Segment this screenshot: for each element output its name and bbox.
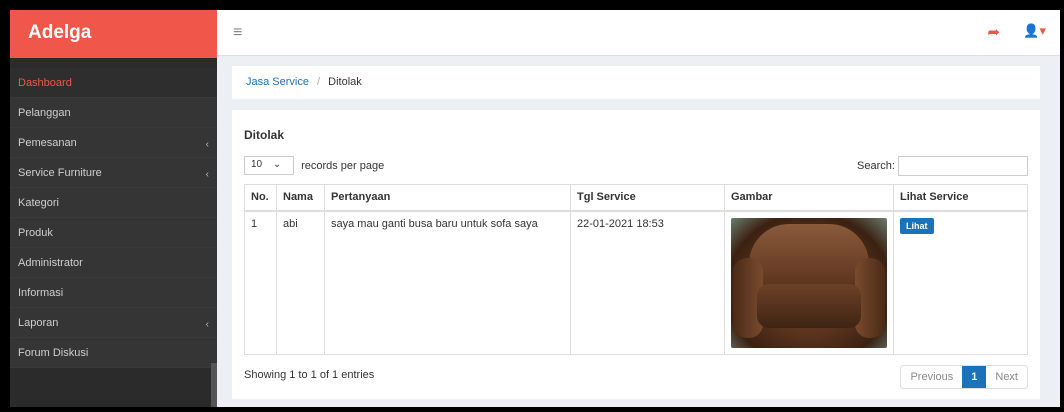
topbar: ≡ ➦ 👤▾ <box>217 10 1060 56</box>
sidebar-item-label: Pemesanan <box>18 137 77 149</box>
sidebar-item-administrator[interactable]: Administrator <box>10 248 217 278</box>
cell-pertanyaan: saya mau ganti busa baru untuk sofa saya <box>324 210 571 355</box>
cell-lihat-service: Lihat <box>893 210 1028 355</box>
search-label: Search: <box>857 160 895 172</box>
entries-info: Showing 1 to 1 of 1 entries <box>244 368 375 381</box>
records-per-page-select[interactable]: 10 ⌄ <box>244 156 294 175</box>
sidebar-gap <box>10 58 217 68</box>
column-header-nama[interactable]: Nama <box>276 184 325 212</box>
table-row: 1 abi saya mau ganti busa baru untuk sof… <box>244 210 1028 355</box>
panel-title: Ditolak <box>244 128 285 142</box>
chevron-down-icon: ⌄ <box>272 159 282 170</box>
app-window: Adelga Dashboard Pelanggan Pemesanan ‹ Servi… <box>10 10 1060 407</box>
previous-page-button[interactable]: Previous <box>901 366 962 388</box>
sofa-photo <box>731 217 887 348</box>
brand-logo[interactable]: Adelga <box>10 10 217 58</box>
sidebar-item-label: Laporan <box>18 317 59 329</box>
sidebar-item-service-furniture[interactable]: Service Furniture ‹ <box>10 158 217 188</box>
user-icon[interactable]: 👤▾ <box>1023 23 1046 39</box>
sidebar-item-label: Dashboard <box>18 77 72 89</box>
sidebar-item-label: Kategori <box>18 197 59 209</box>
pagination: Previous 1 Next <box>900 364 1028 389</box>
page-1-button[interactable]: 1 <box>962 365 987 388</box>
next-page-button[interactable]: Next <box>986 366 1027 388</box>
breadcrumb-current: Ditolak <box>328 76 362 88</box>
sidebar-item-laporan[interactable]: Laporan ‹ <box>10 308 217 338</box>
table-header-row: No. Nama Pertanyaan Tgl Service Gambar L… <box>244 184 1028 212</box>
sidebar-item-label: Informasi <box>18 287 64 299</box>
column-header-tgl-service[interactable]: Tgl Service <box>570 184 725 212</box>
cell-tgl-service: 22-01-2021 18:53 <box>570 210 725 355</box>
sofa-seat <box>757 283 861 328</box>
sidebar-menu: Dashboard Pelanggan Pemesanan ‹ Service Furn… <box>10 68 217 368</box>
table-footer: Showing 1 to 1 of 1 entries Previous 1 N… <box>244 361 1028 401</box>
sidebar-item-pemesanan[interactable]: Pemesanan ‹ <box>10 128 217 158</box>
lihat-button[interactable]: Lihat <box>900 217 934 234</box>
column-header-gambar[interactable]: Gambar <box>724 184 894 212</box>
sidebar-item-label: Administrator <box>18 257 83 269</box>
cell-gambar <box>724 210 894 355</box>
breadcrumb: Jasa Service / Ditolak <box>232 66 1040 99</box>
sidebar-item-produk[interactable]: Produk <box>10 218 217 248</box>
data-table: No. Nama Pertanyaan Tgl Service Gambar L… <box>244 184 1028 355</box>
chevron-left-icon: ‹ <box>205 169 209 180</box>
sidebar-item-dashboard[interactable]: Dashboard <box>10 68 217 98</box>
sidebar-item-label: Service Furniture <box>18 167 102 179</box>
records-per-page-value: 10 <box>251 159 263 170</box>
sidebar-item-informasi[interactable]: Informasi <box>10 278 217 308</box>
chevron-left-icon: ‹ <box>205 319 209 330</box>
sidebar-item-label: Produk <box>18 227 53 239</box>
sidebar-scrollbar[interactable] <box>211 363 217 407</box>
table-controls: 10 ⌄ records per page Search: <box>244 156 1028 182</box>
column-header-no[interactable]: No. <box>244 184 277 212</box>
column-header-pertanyaan[interactable]: Pertanyaan <box>324 184 571 212</box>
sidebar-item-kategori[interactable]: Kategori <box>10 188 217 218</box>
column-header-lihat-service[interactable]: Lihat Service <box>893 184 1028 212</box>
cell-no: 1 <box>244 210 277 355</box>
sidebar-item-forum-diskusi[interactable]: Forum Diskusi <box>10 338 217 368</box>
share-icon[interactable]: ➦ <box>987 23 1000 41</box>
sidebar: Dashboard Pelanggan Pemesanan ‹ Service Furn… <box>10 58 217 407</box>
cell-nama: abi <box>276 210 325 355</box>
records-per-page-label: records per page <box>301 159 385 172</box>
sidebar-item-label: Forum Diskusi <box>18 347 89 359</box>
chevron-left-icon: ‹ <box>205 139 209 150</box>
search-wrap: Search: <box>857 156 1028 176</box>
hamburger-icon[interactable]: ≡ <box>233 24 242 42</box>
breadcrumb-link-jasa-service[interactable]: Jasa Service <box>246 76 309 88</box>
content-panel: Ditolak 10 ⌄ records per page Search: No… <box>232 110 1040 399</box>
breadcrumb-separator: / <box>317 76 321 88</box>
sofa-back <box>749 223 869 286</box>
sidebar-item-label: Pelanggan <box>18 107 71 119</box>
sidebar-item-pelanggan[interactable]: Pelanggan <box>10 98 217 128</box>
search-input[interactable] <box>898 156 1028 176</box>
